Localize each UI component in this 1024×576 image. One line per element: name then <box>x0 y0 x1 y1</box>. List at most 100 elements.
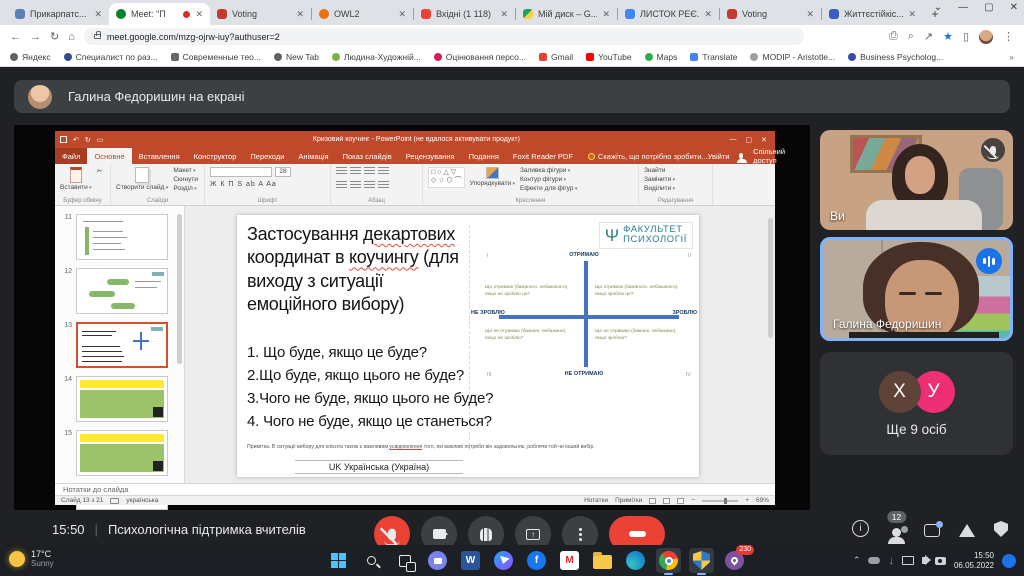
thumbnail-scrollbar[interactable] <box>177 214 182 364</box>
bookmark-item[interactable]: Специалист по раз... <box>64 52 158 62</box>
bookmark-item[interactable]: Business Psycholog... <box>848 52 943 62</box>
browser-menu-icon[interactable]: ⋮ <box>1003 30 1014 43</box>
undo-icon[interactable]: ↶ <box>73 136 79 144</box>
font-name-select[interactable] <box>210 167 272 177</box>
ppt-notes-pane[interactable]: Нотатки до слайда <box>55 483 775 495</box>
profile-avatar[interactable] <box>979 30 993 44</box>
home-icon[interactable]: ⌂ <box>68 31 75 43</box>
activities-button[interactable] <box>959 524 975 537</box>
viber-button[interactable]: 230 <box>722 548 747 573</box>
editor-scrollbar[interactable] <box>768 218 773 338</box>
browser-tab[interactable]: Прикарпатс... <box>8 3 109 25</box>
meeting-details-button[interactable]: i <box>852 520 869 537</box>
ppt-tab-design[interactable]: Конструктор <box>187 148 244 164</box>
view-sorter-icon[interactable] <box>663 498 670 504</box>
browser-tab[interactable]: OWL2 <box>312 3 413 25</box>
edge-button[interactable] <box>623 548 648 573</box>
align-center-icon[interactable] <box>350 181 361 190</box>
tab-close-icon[interactable] <box>704 9 712 20</box>
justify-icon[interactable] <box>378 181 389 190</box>
tab-close-icon[interactable] <box>500 9 508 20</box>
thumbnail-slide-13-selected[interactable]: 13 <box>59 322 172 368</box>
mail-button[interactable]: M <box>557 548 582 573</box>
ppt-tab-foxit[interactable]: Foxit Reader PDF <box>506 148 580 164</box>
bookmarks-overflow-icon[interactable]: » <box>1009 52 1014 62</box>
camera-allowed-icon[interactable]: ⎙ <box>889 30 898 43</box>
window-minimize-button[interactable]: — <box>958 2 968 13</box>
bookmark-item-gmail[interactable]: Gmail <box>539 52 573 62</box>
reset-button[interactable]: Скинути <box>173 176 198 183</box>
section-button[interactable]: Розділ <box>173 185 198 192</box>
bullet-list-icon[interactable] <box>336 167 347 176</box>
bookmark-item[interactable]: New Tab <box>274 52 319 62</box>
align-left-icon[interactable] <box>336 181 347 190</box>
tab-close-icon[interactable] <box>398 9 406 20</box>
chrome-button-active[interactable] <box>656 548 681 573</box>
taskbar-search-button[interactable] <box>359 548 384 573</box>
font-effect-buttons[interactable]: Ж К П S ab A Aa <box>210 181 277 188</box>
tab-close-icon[interactable] <box>908 9 916 20</box>
ppt-share-button[interactable]: Спільний доступ <box>753 147 787 165</box>
line-spacing-icon[interactable] <box>378 167 389 176</box>
font-size-select[interactable]: 28 <box>275 167 291 177</box>
save-icon[interactable] <box>60 136 67 143</box>
share-icon[interactable]: ↗ <box>924 30 933 43</box>
bookmark-item[interactable]: Оцінювання персо... <box>434 52 526 62</box>
view-slideshow-icon[interactable] <box>677 498 684 504</box>
onedrive-icon[interactable] <box>868 557 880 564</box>
start-button[interactable] <box>326 548 351 573</box>
facebook-button[interactable]: f <box>524 548 549 573</box>
browser-tab[interactable]: Вхідні (1 118) <box>414 3 515 25</box>
shapes-gallery[interactable]: □ ○ △ ▽◇ ☆ ⬡ ⌒ <box>428 167 465 188</box>
word-button[interactable]: W <box>458 548 483 573</box>
bookmark-item[interactable]: Людина-Художній... <box>332 52 421 62</box>
volume-icon[interactable] <box>922 557 927 564</box>
ppt-tab-transitions[interactable]: Переходи <box>243 148 291 164</box>
status-comments-button[interactable]: Примітки <box>615 497 642 504</box>
address-bar[interactable]: meet.google.com/mzg-ojrw-iuy?authuser=2 <box>84 28 804 45</box>
task-view-button[interactable] <box>392 548 417 573</box>
notification-count-badge[interactable] <box>1002 554 1016 568</box>
browser-tab-meet-active[interactable]: Meet: "П <box>109 3 210 25</box>
slide-title[interactable]: Застосування декартових координат в коуч… <box>247 223 475 317</box>
browser-tab[interactable]: Voting <box>720 3 821 25</box>
tab-close-icon[interactable] <box>806 9 814 20</box>
status-language[interactable]: українська <box>126 497 158 504</box>
forward-icon[interactable]: → <box>30 31 41 43</box>
zoom-percentage[interactable]: 69% <box>756 497 769 504</box>
zoom-icon[interactable]: ⌕ <box>908 30 914 43</box>
back-icon[interactable]: ← <box>10 31 21 43</box>
ppt-tab-insert[interactable]: Вставлення <box>132 148 187 164</box>
ppt-tab-slideshow[interactable]: Показ слайдів <box>336 148 399 164</box>
ppt-restore-button[interactable]: ▢ <box>746 136 753 144</box>
paste-button[interactable]: Вставити <box>60 167 92 191</box>
ppt-tellme-box[interactable]: Скажіть, що потрібно зробити... <box>588 148 708 164</box>
thumbnail-slide-11[interactable]: 11 <box>59 214 172 260</box>
window-maximize-button[interactable]: ▢ <box>984 2 993 13</box>
find-button[interactable]: Знайти <box>644 167 675 174</box>
video-tile-you[interactable]: Ви <box>820 130 1013 230</box>
tab-close-icon[interactable] <box>296 9 304 20</box>
new-slide-button[interactable]: Створити слайд <box>116 167 168 191</box>
tab-close-icon[interactable] <box>94 9 102 20</box>
layout-button[interactable]: Макет <box>173 167 198 174</box>
ppt-tab-file[interactable]: Файл <box>55 148 87 164</box>
browser-tab[interactable]: Мій диск – G... <box>516 3 617 25</box>
ppt-minimize-button[interactable]: — <box>730 136 737 144</box>
bookmark-item[interactable]: Современные тео... <box>171 52 261 62</box>
tile-more-participants[interactable]: Х У Ще 9 осіб <box>820 352 1013 455</box>
status-notes-button[interactable]: Нотатки <box>584 497 608 504</box>
people-panel-button[interactable]: 12 <box>888 524 905 537</box>
window-close-button[interactable]: ✕ <box>1010 2 1018 13</box>
cut-icon[interactable]: ✂ <box>97 167 102 175</box>
ppt-tab-home[interactable]: Основне <box>87 148 131 164</box>
zoom-in-icon[interactable]: + <box>745 497 749 504</box>
defender-button-active[interactable] <box>689 548 714 573</box>
reload-icon[interactable]: ↻ <box>50 30 59 43</box>
view-normal-icon[interactable] <box>649 498 656 504</box>
ppt-tab-animations[interactable]: Анімація <box>291 148 335 164</box>
teams-chat-button[interactable] <box>425 548 450 573</box>
url-text[interactable]: meet.google.com/mzg-ojrw-iuy?authuser=2 <box>107 32 280 42</box>
download-arrow-icon[interactable]: ↓ <box>888 555 894 567</box>
replace-button[interactable]: Замінити <box>644 176 675 183</box>
